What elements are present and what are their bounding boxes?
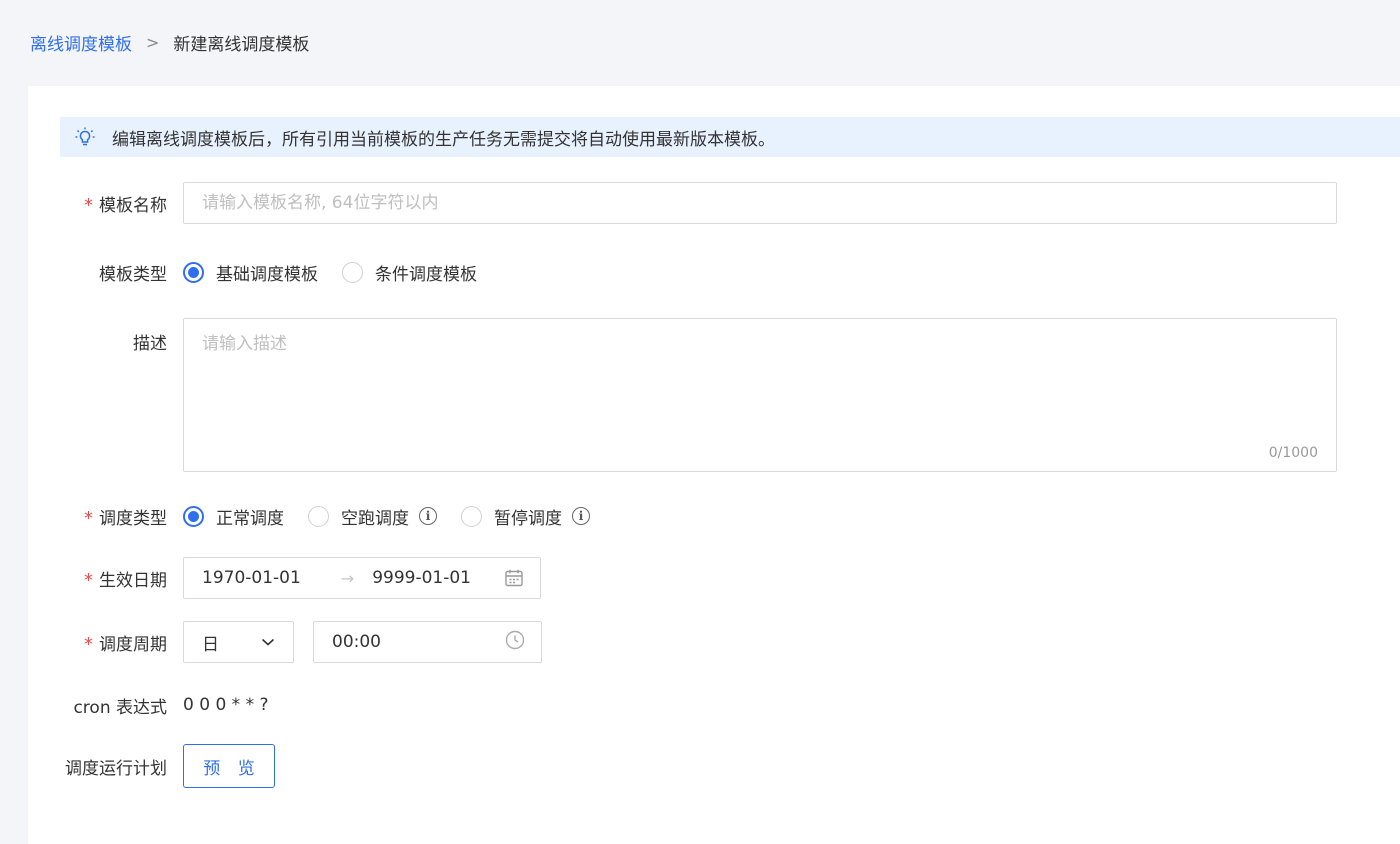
template-type-radio-group: 基础调度模板 条件调度模板 — [183, 260, 501, 285]
date-range-picker[interactable]: 1970-01-01 → 9999-01-01 — [183, 557, 541, 599]
required-mark: * — [84, 569, 93, 591]
radio-unchecked-icon — [461, 505, 482, 527]
description-textarea-wrap: 0/1000 — [183, 318, 1337, 472]
template-name-label: * 模板名称 — [84, 194, 167, 216]
form-card: 编辑离线调度模板后，所有引用当前模板的生产任务无需提交将自动使用最新版本模板。 … — [28, 86, 1400, 844]
lightbulb-icon — [74, 126, 96, 148]
radio-checked-icon — [183, 505, 204, 527]
effective-date-label: * 生效日期 — [84, 569, 167, 591]
cron-expression: 0 0 0 * * ? — [183, 695, 269, 715]
notice-banner: 编辑离线调度模板后，所有引用当前模板的生产任务无需提交将自动使用最新版本模板。 — [60, 117, 1400, 157]
start-date[interactable]: 1970-01-01 — [202, 568, 301, 588]
chevron-down-icon — [261, 632, 275, 652]
radio-dry-run-schedule[interactable]: 空跑调度 i — [308, 504, 437, 529]
row-effective-date: * 生效日期 1970-01-01 → 9999-01-01 — [28, 557, 541, 599]
breadcrumb-current: 新建离线调度模板 — [173, 34, 310, 55]
cycle-select-value: 日 — [202, 634, 219, 655]
schedule-type-label: * 调度类型 — [84, 507, 167, 529]
schedule-type-radio-group: 正常调度 空跑调度 i 暂停调度 i — [183, 504, 614, 529]
radio-label: 空跑调度 — [341, 508, 409, 529]
char-counter: 0/1000 — [1268, 445, 1318, 461]
description-textarea[interactable] — [184, 319, 1336, 471]
row-schedule-type: * 调度类型 正常调度 空跑调度 i 暂停调度 i — [28, 504, 614, 529]
info-icon[interactable]: i — [419, 507, 437, 525]
radio-condition-template[interactable]: 条件调度模板 — [342, 260, 477, 285]
required-mark: * — [84, 633, 93, 655]
notice-text: 编辑离线调度模板后，所有引用当前模板的生产任务无需提交将自动使用最新版本模板。 — [112, 129, 775, 150]
required-mark: * — [84, 507, 93, 529]
radio-label: 基础调度模板 — [216, 264, 318, 285]
run-plan-label: 调度运行计划 — [65, 758, 167, 779]
row-run-plan: 调度运行计划 预 览 — [28, 744, 275, 788]
template-name-input[interactable] — [183, 182, 1337, 224]
radio-label: 条件调度模板 — [375, 264, 477, 285]
row-description: 描述 0/1000 — [28, 318, 1337, 472]
row-template-type: 模板类型 基础调度模板 条件调度模板 — [28, 260, 501, 285]
description-label: 描述 — [133, 334, 167, 354]
template-type-label: 模板类型 — [99, 264, 167, 285]
preview-button[interactable]: 预 览 — [183, 744, 275, 788]
schedule-cycle-label: * 调度周期 — [84, 633, 167, 655]
time-picker[interactable]: 00:00 — [313, 621, 542, 663]
breadcrumb: 离线调度模板 > 新建离线调度模板 — [30, 30, 310, 55]
info-icon[interactable]: i — [572, 507, 590, 525]
time-value: 00:00 — [332, 632, 381, 652]
radio-checked-icon — [183, 261, 204, 283]
radio-normal-schedule[interactable]: 正常调度 — [183, 504, 284, 529]
end-date[interactable]: 9999-01-01 — [372, 568, 471, 588]
row-schedule-cycle: * 调度周期 日 00:00 — [28, 621, 542, 663]
radio-basic-template[interactable]: 基础调度模板 — [183, 260, 318, 285]
range-arrow-icon: → — [340, 568, 355, 588]
radio-unchecked-icon — [342, 261, 363, 283]
cron-label: cron 表达式 — [73, 697, 167, 718]
cycle-select[interactable]: 日 — [183, 621, 294, 663]
breadcrumb-parent-link[interactable]: 离线调度模板 — [30, 30, 132, 55]
row-template-name: * 模板名称 — [28, 182, 1337, 224]
radio-label: 暂停调度 — [494, 508, 562, 529]
radio-unchecked-icon — [308, 505, 329, 527]
breadcrumb-separator: > — [146, 32, 160, 52]
calendar-icon[interactable] — [504, 568, 524, 588]
radio-paused-schedule[interactable]: 暂停调度 i — [461, 504, 590, 529]
radio-label: 正常调度 — [216, 508, 284, 529]
clock-icon — [505, 630, 525, 655]
required-mark: * — [84, 194, 93, 216]
row-cron: cron 表达式 0 0 0 * * ? — [28, 693, 269, 718]
